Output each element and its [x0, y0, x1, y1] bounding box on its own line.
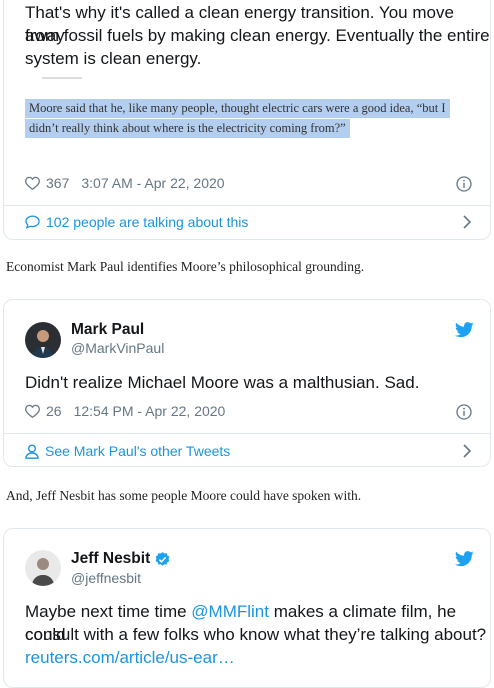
other-tweets-link[interactable]: See Mark Paul's other Tweets [25, 443, 230, 459]
person-icon [25, 444, 39, 459]
highlighted-quote-line: Moore said that he, like many people, th… [25, 99, 450, 118]
heart-icon[interactable] [25, 176, 40, 190]
tweet-text: Didn't realize Michael Moore was a malth… [25, 373, 420, 392]
timestamp[interactable]: 12:54 PM - Apr 22, 2020 [74, 403, 226, 419]
heart-icon[interactable] [25, 404, 40, 418]
tweet-text: Maybe next time time [25, 602, 192, 621]
like-count: 26 [46, 403, 62, 419]
avatar[interactable] [25, 550, 61, 586]
timestamp[interactable]: 3:07 AM - Apr 22, 2020 [81, 175, 224, 191]
article-paragraph: And, Jeff Nesbit has some people Moore c… [6, 488, 362, 503]
image-fragment [42, 77, 82, 79]
display-name-row: Jeff Nesbit [71, 550, 171, 568]
twitter-bird-icon[interactable] [455, 322, 474, 338]
display-name[interactable]: Mark Paul [71, 321, 144, 339]
tweet-card-2: Mark Paul @MarkVinPaul Didn't realize Mi… [3, 299, 491, 467]
conversation-link[interactable]: 102 people are talking about this [25, 214, 248, 230]
article-paragraph: Economist Mark Paul identifies Moore’s p… [6, 259, 365, 274]
tweet-meta: 367 3:07 AM - Apr 22, 2020 [25, 175, 225, 191]
highlighted-quote-line: didn’t really think about where is the e… [25, 119, 350, 138]
avatar[interactable] [25, 322, 61, 358]
tweet-meta: 26 12:54 PM - Apr 22, 2020 [25, 403, 225, 419]
twitter-bird-icon[interactable] [455, 551, 474, 567]
info-icon[interactable] [456, 404, 472, 420]
tweet-text-line: system is clean energy. [25, 49, 202, 68]
info-icon[interactable] [456, 176, 472, 192]
article-link[interactable]: reuters.com/article/us-ear… [25, 646, 235, 669]
tweet-text-line: consult with a few folks who know what t… [25, 625, 487, 644]
tweet-text-line: from fossil fuels by making clean energy… [25, 26, 490, 45]
verified-badge-icon [155, 551, 170, 566]
like-count: 367 [46, 175, 70, 191]
other-tweets-label: See Mark Paul's other Tweets [45, 443, 231, 459]
display-name[interactable]: Jeff Nesbit [71, 550, 150, 568]
chevron-right-icon[interactable] [462, 444, 472, 458]
user-handle[interactable]: @MarkVinPaul [71, 340, 164, 356]
tweet-card-1: That's why it's called a clean energy tr… [3, 0, 491, 240]
speech-bubble-icon [25, 215, 40, 229]
user-handle[interactable]: @jeffnesbit [71, 570, 141, 586]
mention-link[interactable]: @MMFlint [191, 602, 269, 621]
divider [4, 205, 490, 206]
tweet-card-3: Jeff Nesbit @jeffnesbit Maybe next time … [3, 528, 491, 688]
chevron-right-icon[interactable] [462, 215, 472, 229]
conversation-label: 102 people are talking about this [46, 214, 249, 230]
quoted-image[interactable]: Moore said that he, like many people, th… [25, 99, 481, 145]
divider [4, 433, 490, 434]
